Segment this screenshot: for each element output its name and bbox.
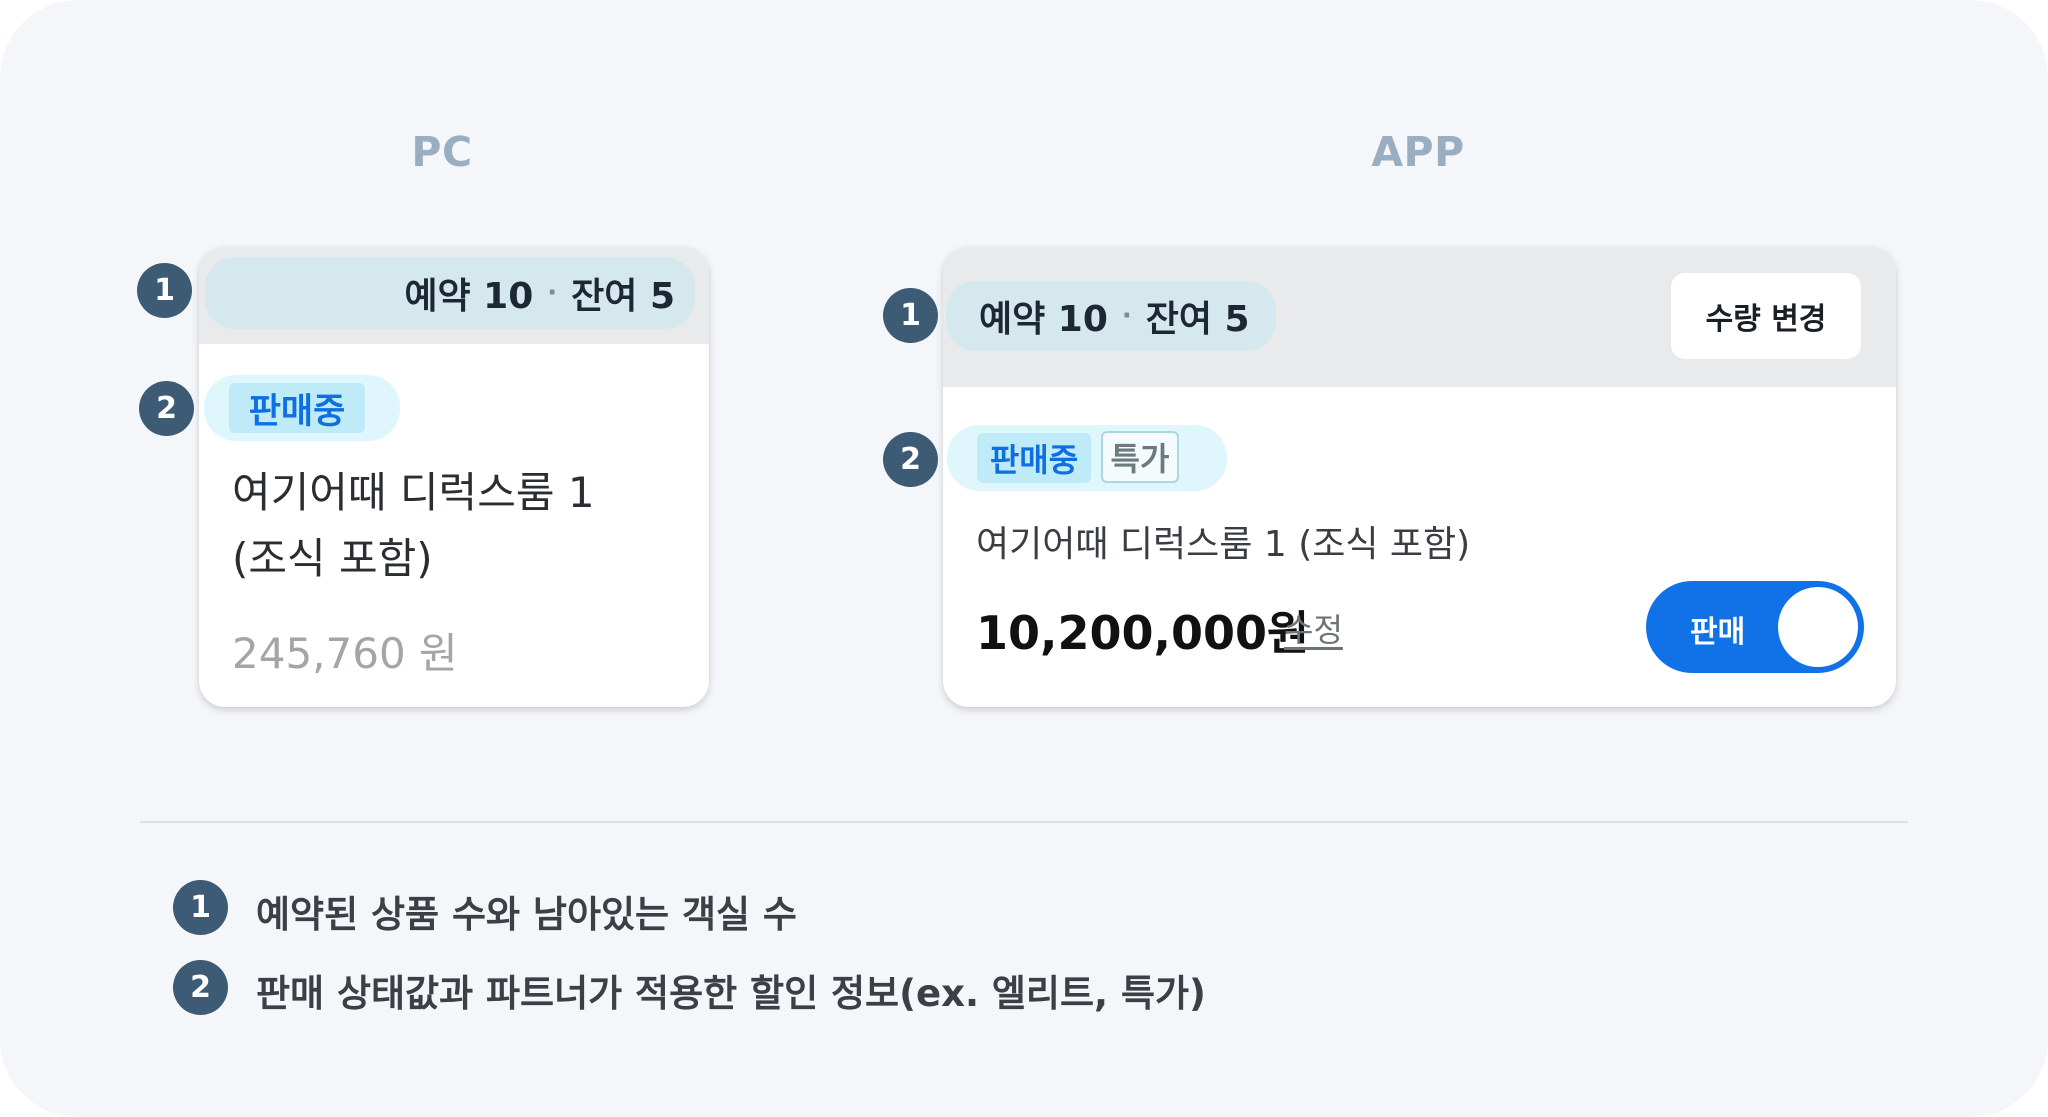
pc-remaining-count: 잔여 5 <box>571 276 675 317</box>
pc-price: 245,760 원 <box>232 629 458 678</box>
app-count-pill: 예약 10 · 잔여 5 <box>946 281 1276 351</box>
section-divider <box>140 821 1908 823</box>
pc-room-name-line1: 여기어때 디럭스룸 1 <box>232 468 595 517</box>
app-marker-1: 1 <box>883 288 938 343</box>
pc-reserved-count: 예약 10 <box>404 276 534 317</box>
canvas: PC 예약 10 · 잔여 5 판매중 여기어때 디럭스룸 1 (조식 포함) … <box>0 0 2048 1117</box>
price-edit-link[interactable]: 수정 <box>1284 605 1343 651</box>
legend-marker-2: 2 <box>173 960 228 1015</box>
pc-marker-2: 2 <box>139 381 194 436</box>
pc-count-separator: · <box>547 278 558 308</box>
pc-status-tag: 판매중 <box>229 383 365 433</box>
pc-room-name: 여기어때 디럭스룸 1 (조식 포함) <box>232 460 595 592</box>
sale-toggle[interactable]: 판매 <box>1646 581 1864 673</box>
app-room-card[interactable]: 예약 10 · 잔여 5 수량 변경 판매중 특가 여기어때 디럭스룸 1 (조… <box>943 247 1896 707</box>
pc-marker-1: 1 <box>137 263 192 318</box>
app-special-tag: 특가 <box>1101 431 1179 483</box>
pc-section-title: PC <box>411 128 473 176</box>
legend-text-2: 판매 상태값과 파트너가 적용한 할인 정보(ex. 엘리트, 특가) <box>256 972 1206 1015</box>
app-reserved-count: 예약 10 <box>979 299 1108 340</box>
legend-marker-1: 1 <box>173 880 228 935</box>
app-status-tag: 판매중 <box>977 433 1091 483</box>
app-remaining-count: 잔여 5 <box>1145 299 1250 340</box>
pc-room-name-line2: (조식 포함) <box>232 534 433 583</box>
app-room-name: 여기어때 디럭스룸 1 (조식 포함) <box>976 524 1471 565</box>
app-count-separator: · <box>1121 301 1132 331</box>
sale-toggle-knob <box>1778 587 1858 667</box>
qty-change-button[interactable]: 수량 변경 <box>1671 273 1861 359</box>
pc-count-pill: 예약 10 · 잔여 5 <box>205 257 695 329</box>
app-section-title: APP <box>1371 128 1465 176</box>
sale-toggle-label: 판매 <box>1690 615 1746 650</box>
app-marker-2: 2 <box>883 432 938 487</box>
pc-room-card[interactable]: 예약 10 · 잔여 5 판매중 여기어때 디럭스룸 1 (조식 포함) 245… <box>199 247 709 707</box>
app-price: 10,200,000원 <box>976 606 1310 660</box>
legend-text-1: 예약된 상품 수와 남아있는 객실 수 <box>256 893 797 936</box>
